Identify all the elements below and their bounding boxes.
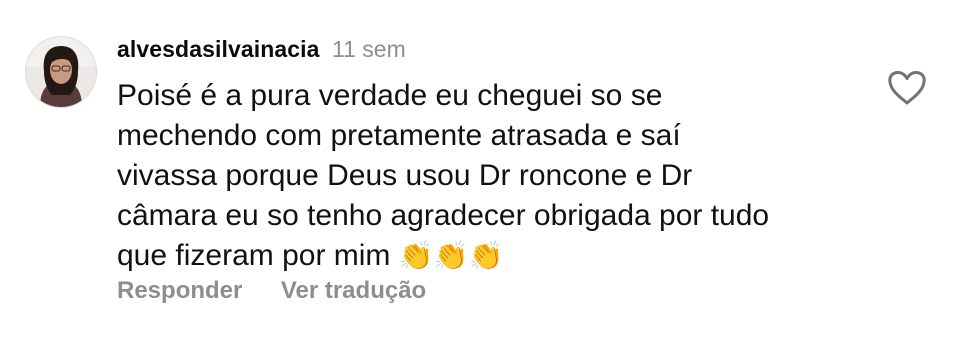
username[interactable]: alvesdasilvainacia: [117, 36, 320, 62]
comment-text: Poisé é a pura verdade eu cheguei so se …: [117, 76, 857, 276]
comment-text-line: câmara eu so tenho agradecer obrigada po…: [117, 199, 770, 232]
comment-text-line: que fizeram por mim 👏👏👏: [117, 236, 857, 276]
comment-text-line: vivassa porque Deus usou Dr roncone e Dr: [117, 159, 693, 192]
user-avatar-image: [26, 37, 96, 107]
comment-time: 11 sem: [332, 36, 406, 62]
comment-text-line: mechendo com pretamente atrasada e saí: [117, 119, 681, 152]
comment-text-line: Poisé é a pura verdade eu cheguei so se: [117, 79, 663, 112]
heart-icon: [888, 71, 926, 105]
clapping-hands-icon: 👏👏👏: [398, 239, 504, 272]
comment-header: alvesdasilvainacia 11 sem: [117, 36, 406, 63]
reply-button[interactable]: Responder: [117, 277, 242, 304]
comment-actions: Responder Ver tradução: [117, 277, 460, 305]
like-button[interactable]: [887, 70, 927, 106]
avatar[interactable]: [25, 36, 97, 108]
translate-button[interactable]: Ver tradução: [281, 277, 426, 304]
comment-text-final: que fizeram por mim: [117, 239, 391, 272]
